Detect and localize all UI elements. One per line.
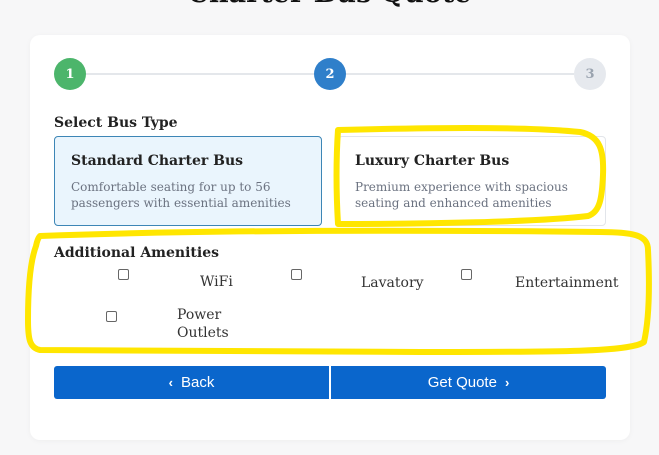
bus-option-standard[interactable]: Standard Charter Bus Comfortable seating… [54,136,322,226]
wifi-checkbox[interactable] [118,269,129,280]
back-button-label: Back [180,374,215,391]
bus-option-title: Luxury Charter Bus [355,153,510,169]
power-outlets-checkbox[interactable] [106,311,117,322]
entertainment-checkbox[interactable] [461,269,472,280]
bus-type-label: Select Bus Type [54,115,178,131]
back-button[interactable]: ‹ Back [54,366,329,399]
power-outlets-label: Power Outlets [177,307,229,341]
bus-option-title: Standard Charter Bus [71,153,244,169]
bus-option-description: Premium experience with spacious seating… [355,180,568,210]
get-quote-button-label: Get Quote [427,374,497,391]
step-2-indicator[interactable]: 2 [314,58,346,90]
lavatory-checkbox[interactable] [291,269,302,280]
get-quote-button[interactable]: Get Quote › [331,366,606,399]
lavatory-label: Lavatory [361,275,424,291]
chevron-left-icon: ‹ [168,375,173,390]
step-1-indicator[interactable]: 1 [54,58,86,90]
step-connector [86,73,314,75]
step-connector [346,73,574,75]
amenities-label: Additional Amenities [54,245,219,261]
bus-option-luxury[interactable]: Luxury Charter Bus Premium experience wi… [338,136,606,226]
entertainment-label: Entertainment [515,275,619,291]
chevron-right-icon: › [504,375,510,390]
bus-option-description: Comfortable seating for up to 56 passeng… [71,180,291,210]
progress-stepper: 1 2 3 [0,0,659,110]
step-3-indicator[interactable]: 3 [574,58,606,90]
wifi-label: WiFi [200,274,233,290]
